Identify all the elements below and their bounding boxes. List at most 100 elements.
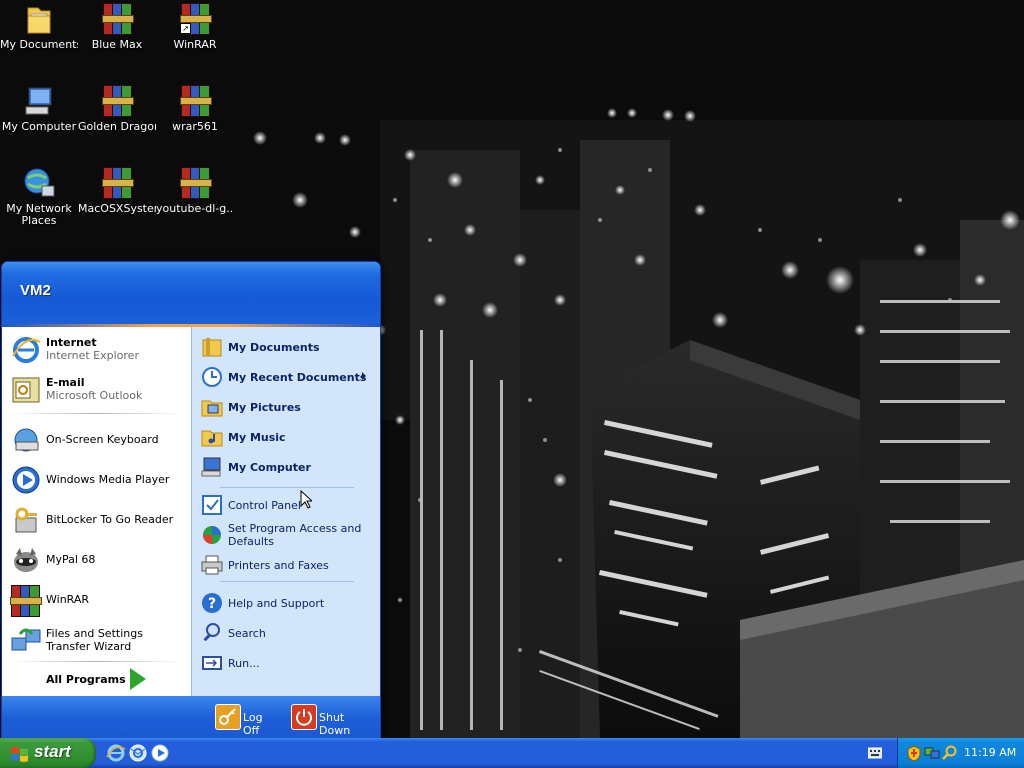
recent-program-winrar[interactable]: WinRAR	[8, 583, 188, 617]
setting-control-panel[interactable]: Control Panel	[198, 491, 374, 519]
place-my-recent-documents[interactable]: My Recent Documents	[198, 363, 374, 391]
desktop-icon-wrar561[interactable]: wrar561	[156, 84, 234, 133]
place-my-music[interactable]: My Music	[198, 423, 374, 451]
recent-program-mypal[interactable]: MyPal 68	[8, 543, 188, 577]
desktop-icon-label: Golden Dragon	[78, 121, 156, 133]
outlook-icon	[10, 374, 42, 406]
winrar-archive-icon	[178, 166, 212, 200]
computer-icon	[22, 84, 56, 118]
recent-program-windows-media-player[interactable]: Windows Media Player	[8, 463, 188, 497]
program-label: On-Screen Keyboard	[46, 433, 159, 446]
mypal-raccoon-icon	[10, 544, 42, 576]
separator	[220, 581, 354, 582]
desktop-icon-label: youtube-dl-g...	[156, 203, 234, 215]
security-center-icon[interactable]	[906, 745, 922, 761]
program-label: Files and Settings Transfer Wizard	[46, 627, 143, 653]
bitlocker-keys-icon	[10, 504, 42, 536]
program-label: BitLocker To Go Reader	[46, 513, 174, 526]
pinned-subtitle: Microsoft Outlook	[46, 389, 143, 402]
keyboard-icon	[10, 424, 42, 456]
start-button[interactable]: start	[0, 738, 96, 768]
desktop-icon-my-computer[interactable]: My Computer	[0, 84, 78, 133]
desktop-icon-youtube-dl[interactable]: youtube-dl-g...	[156, 166, 234, 215]
place-label: My Documents	[228, 341, 320, 354]
program-label: WinRAR	[46, 593, 90, 606]
transfer-wizard-icon	[10, 624, 42, 656]
place-label: My Pictures	[228, 401, 301, 414]
svg-text:?: ?	[208, 596, 216, 612]
outlook-express-icon[interactable]	[128, 743, 148, 763]
setting-printers-faxes[interactable]: Printers and Faxes	[198, 551, 374, 579]
place-label: My Recent Documents	[228, 371, 367, 384]
separator	[220, 487, 354, 488]
windows-media-player-icon[interactable]	[150, 743, 170, 763]
run-icon	[200, 651, 224, 675]
green-arrow-icon	[130, 668, 146, 690]
search-item[interactable]: Search	[198, 619, 374, 647]
winrar-icon	[10, 584, 42, 617]
place-my-computer[interactable]: My Computer	[198, 453, 374, 481]
place-label: My Computer	[228, 461, 311, 474]
media-player-icon	[10, 464, 42, 496]
pinned-email[interactable]: E-mail Microsoft Outlook	[8, 373, 188, 407]
shut-down-label: Shut Down	[319, 711, 351, 737]
desktop-icon-label: wrar561	[172, 121, 218, 133]
pictures-folder-icon	[200, 395, 224, 419]
run-item[interactable]: Run...	[198, 649, 374, 677]
computer-icon	[200, 455, 224, 479]
place-label: My Music	[228, 431, 286, 444]
help-label: Help and Support	[228, 597, 325, 610]
network-icon[interactable]	[924, 745, 940, 761]
place-my-documents[interactable]: My Documents	[198, 333, 374, 361]
recent-program-bitlocker[interactable]: BitLocker To Go Reader	[8, 503, 188, 537]
desktop-icon-my-documents[interactable]: My Documents	[0, 2, 78, 51]
control-panel-icon	[200, 493, 224, 517]
help-icon: ?	[200, 591, 224, 615]
key-icon	[215, 704, 241, 730]
recent-documents-icon	[200, 365, 224, 389]
setting-program-access-defaults[interactable]: Set Program Access and Defaults	[198, 521, 374, 549]
desktop-icon-blue-max[interactable]: Blue Max	[78, 2, 156, 51]
program-defaults-icon	[200, 523, 224, 547]
internet-explorer-icon[interactable]	[106, 743, 126, 763]
desktop-icon-my-network-places[interactable]: My Network Places	[0, 166, 78, 227]
submenu-arrow-icon	[362, 372, 366, 380]
desktop-icon-label: Blue Max	[91, 39, 143, 51]
user-name: VM2	[20, 282, 51, 299]
search-tray-icon[interactable]	[942, 745, 958, 761]
desktop-icon-golden-dragon[interactable]: Golden Dragon	[78, 84, 156, 133]
help-and-support[interactable]: ? Help and Support	[198, 589, 374, 617]
start-menu-left-panel: Internet Internet Explorer E-mail Micros…	[2, 327, 191, 696]
winrar-archive-icon	[100, 166, 134, 200]
taskbar: start 11:19 AM	[0, 738, 1024, 768]
desktop-icon-label: My Computer	[1, 121, 77, 133]
pinned-title: E-mail	[46, 376, 85, 389]
power-icon	[291, 704, 317, 730]
documents-folder-icon	[200, 335, 224, 359]
desktop-icon-label: WinRAR	[173, 39, 217, 51]
all-programs-label: All Programs	[46, 673, 126, 686]
pinned-subtitle: Internet Explorer	[46, 349, 139, 362]
place-my-pictures[interactable]: My Pictures	[198, 393, 374, 421]
system-tray: 11:19 AM	[897, 738, 1024, 768]
winrar-archive-icon	[100, 84, 134, 118]
start-label: start	[34, 742, 71, 761]
desktop-icon-label: My Network Places	[6, 203, 72, 227]
clock[interactable]: 11:19 AM	[964, 746, 1016, 759]
music-folder-icon	[200, 425, 224, 449]
recent-program-files-settings-transfer[interactable]: Files and Settings Transfer Wizard	[8, 623, 188, 657]
all-programs-button[interactable]: All Programs	[42, 668, 182, 692]
start-menu: VM2 Internet Internet Explorer E-mail Mi…	[1, 261, 381, 741]
desktop-icon-macosxsystem[interactable]: MacOSXSystem	[78, 166, 156, 215]
recent-program-on-screen-keyboard[interactable]: On-Screen Keyboard	[8, 423, 188, 457]
winrar-archive-icon	[100, 2, 134, 36]
language-bar-icon[interactable]	[868, 747, 882, 759]
desktop-icon-winrar[interactable]: ↗ WinRAR	[156, 2, 234, 51]
setting-label: Control Panel	[228, 499, 301, 512]
winrar-archive-icon	[178, 84, 212, 118]
winrar-shortcut-icon: ↗	[178, 2, 212, 36]
separator	[12, 413, 182, 414]
desktop-icon-label: MacOSXSystem	[78, 203, 156, 215]
search-icon	[200, 621, 224, 645]
pinned-internet[interactable]: Internet Internet Explorer	[8, 333, 188, 367]
